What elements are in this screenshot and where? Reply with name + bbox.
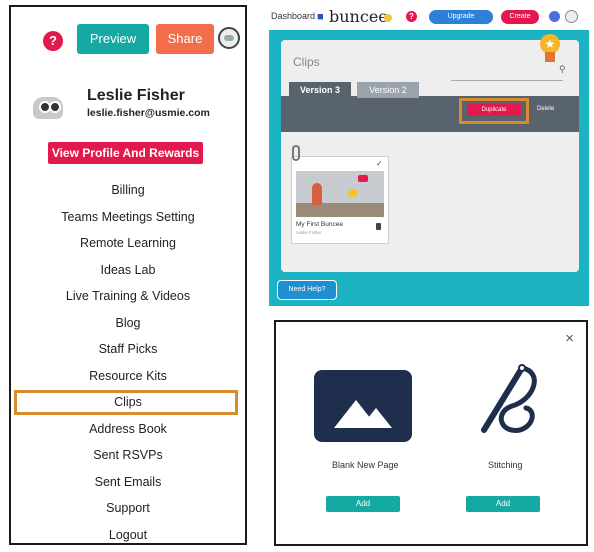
highlight-box xyxy=(459,98,529,124)
dashboard-dropdown[interactable]: Dashboard ▾ xyxy=(271,11,322,22)
menu-item-blog[interactable]: Blog xyxy=(11,310,245,337)
blank-new-page-label: Blank New Page xyxy=(332,460,399,470)
account-menu-panel: ? Preview Share Leslie Fisher leslie.fis… xyxy=(9,5,247,545)
delete-button[interactable]: Delete xyxy=(537,106,554,112)
menu-item-staff-picks[interactable]: Staff Picks xyxy=(11,336,245,363)
avatar xyxy=(27,87,69,125)
share-button[interactable]: Share xyxy=(156,24,214,54)
image-placeholder-icon[interactable] xyxy=(314,370,412,442)
preview-button[interactable]: Preview xyxy=(77,24,149,54)
buncee-logo[interactable]: buncee xyxy=(329,7,388,26)
clip-thumbnail xyxy=(296,171,384,217)
add-stitching-button[interactable]: Add xyxy=(466,496,540,512)
add-page-dialog: × Blank New Page Stitching Add Add xyxy=(274,320,588,546)
clip-author: Leslie Fisher xyxy=(296,230,322,235)
stitching-label: Stitching xyxy=(488,460,523,470)
menu-item-sent-rsvps[interactable]: Sent RSVPs xyxy=(11,442,245,469)
need-help-button[interactable]: Need Help? xyxy=(277,280,337,300)
help-icon[interactable]: ? xyxy=(406,11,417,22)
user-name: Leslie Fisher xyxy=(87,87,185,104)
search-input[interactable] xyxy=(451,68,563,81)
editor-toolbar: ? Preview Share xyxy=(11,7,245,67)
create-button[interactable]: Create xyxy=(501,10,539,24)
account-menu-list: Billing Teams Meetings Setting Remote Le… xyxy=(11,177,245,544)
user-email: leslie.fisher@usmie.com xyxy=(87,107,210,119)
page-title: Clips xyxy=(293,55,320,69)
logo-dot-icon xyxy=(384,14,392,22)
tab-version-2[interactable]: Version 2 xyxy=(357,82,419,98)
avatar[interactable] xyxy=(565,10,578,23)
help-icon[interactable]: ? xyxy=(43,31,63,51)
menu-item-clips[interactable]: Clips xyxy=(11,389,245,416)
buncee-logo-icon: ■ xyxy=(317,11,324,23)
trash-icon[interactable] xyxy=(376,223,381,230)
notifications-icon[interactable] xyxy=(549,11,560,22)
user-profile: Leslie Fisher leslie.fisher@usmie.com xyxy=(11,79,245,139)
menu-item-ideas-lab[interactable]: Ideas Lab xyxy=(11,257,245,284)
close-icon[interactable]: × xyxy=(565,330,574,347)
award-ribbon-icon: ★ xyxy=(539,34,561,64)
menu-item-resource-kits[interactable]: Resource Kits xyxy=(11,363,245,390)
view-profile-rewards-button[interactable]: View Profile And Rewards xyxy=(48,142,203,164)
clip-title: My First Buncee xyxy=(296,221,343,228)
upgrade-button[interactable]: Upgrade xyxy=(429,10,493,24)
checkmark-icon[interactable]: ✓ xyxy=(376,159,383,168)
menu-item-remote-learning[interactable]: Remote Learning xyxy=(11,230,245,257)
menu-item-billing[interactable]: Billing xyxy=(11,177,245,204)
add-blank-page-button[interactable]: Add xyxy=(326,496,400,512)
menu-item-support[interactable]: Support xyxy=(11,495,245,522)
search-icon[interactable]: ⚲ xyxy=(559,64,566,75)
menu-item-logout[interactable]: Logout xyxy=(11,522,245,544)
account-avatar-button[interactable] xyxy=(218,27,240,49)
clips-page-screenshot: Dashboard ▾ ■ buncee ? Upgrade Create Cl… xyxy=(269,4,589,306)
tab-version-3[interactable]: Version 3 xyxy=(289,82,351,98)
menu-item-live-training-videos[interactable]: Live Training & Videos xyxy=(11,283,245,310)
menu-item-address-book[interactable]: Address Book xyxy=(11,416,245,443)
version-tabs-bar: Version 3 Version 2 Duplicate Delete xyxy=(281,82,579,132)
needle-thread-icon[interactable] xyxy=(464,360,550,450)
top-nav-bar: Dashboard ▾ ■ buncee ? Upgrade Create xyxy=(269,4,589,30)
clips-card: Clips ⚲ ★ Version 3 Version 2 Duplicate … xyxy=(281,34,579,272)
menu-item-sent-emails[interactable]: Sent Emails xyxy=(11,469,245,496)
paperclip-icon xyxy=(292,145,300,161)
menu-item-teams-meetings-setting[interactable]: Teams Meetings Setting xyxy=(11,204,245,231)
clip-card[interactable]: ✓ My First Buncee Leslie Fisher xyxy=(291,145,389,244)
